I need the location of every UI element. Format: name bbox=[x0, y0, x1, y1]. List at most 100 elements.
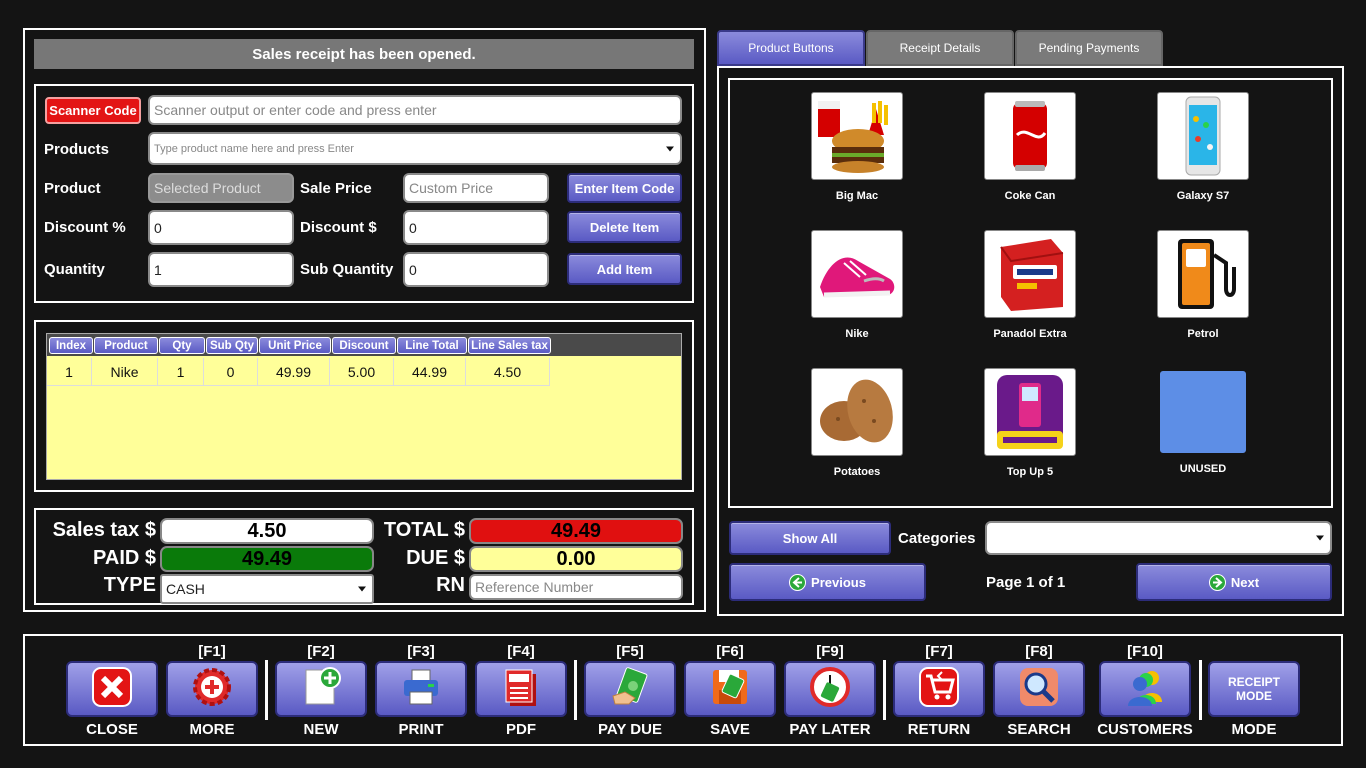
product-name: Coke Can bbox=[1004, 190, 1056, 202]
mobile-topup-icon bbox=[984, 368, 1076, 456]
save-label: SAVE bbox=[710, 721, 750, 738]
product-name: Potatoes bbox=[833, 466, 881, 478]
payment-type-value: CASH bbox=[166, 581, 205, 597]
f4-key: [F4] bbox=[507, 643, 535, 660]
tab-product-buttons[interactable]: Product Buttons bbox=[717, 30, 865, 66]
product-tile-nike[interactable]: Nike bbox=[797, 230, 917, 340]
print-button[interactable] bbox=[375, 661, 467, 717]
soda-can-icon bbox=[984, 92, 1076, 180]
product-tile-unused[interactable]: UNUSED bbox=[1143, 368, 1263, 475]
chevron-down-icon[interactable] bbox=[1316, 535, 1324, 541]
col-unit-price[interactable]: Unit Price bbox=[259, 337, 331, 354]
f9-key: [F9] bbox=[816, 643, 844, 660]
scanner-input[interactable]: Scanner output or enter code and press e… bbox=[148, 95, 682, 125]
col-line-sales-tax[interactable]: Line Sales tax bbox=[468, 337, 551, 354]
toolbar-divider bbox=[1199, 660, 1202, 720]
product-tile-petrol[interactable]: Petrol bbox=[1143, 230, 1263, 340]
grid-header: Index Product Qty Sub Qty Unit Price Dis… bbox=[47, 334, 681, 356]
receipt-mode-button[interactable]: RECEIPT MODE bbox=[1208, 661, 1300, 717]
customers-icon bbox=[1124, 666, 1166, 713]
product-name: Big Mac bbox=[835, 190, 879, 202]
toolbar-divider bbox=[574, 660, 577, 720]
col-line-total[interactable]: Line Total bbox=[397, 337, 467, 354]
discount-amt-input[interactable]: 0 bbox=[403, 210, 549, 245]
total-value: 49.49 bbox=[469, 518, 683, 544]
blank-tile bbox=[1160, 371, 1246, 453]
new-button[interactable] bbox=[275, 661, 367, 717]
pdf-button[interactable] bbox=[475, 661, 567, 717]
product-tile-galaxy-s7[interactable]: Galaxy S7 bbox=[1143, 92, 1263, 202]
categories-select[interactable] bbox=[985, 521, 1332, 555]
more-button[interactable] bbox=[166, 661, 258, 717]
f7-key: [F7] bbox=[925, 643, 953, 660]
col-index[interactable]: Index bbox=[49, 337, 93, 354]
gear-plus-icon bbox=[191, 666, 233, 713]
burger-icon bbox=[811, 92, 903, 180]
save-button[interactable] bbox=[684, 661, 776, 717]
close-button[interactable] bbox=[66, 661, 158, 717]
products-placeholder: Type product name here and press Enter bbox=[154, 142, 354, 155]
pay-due-label: PAY DUE bbox=[598, 721, 662, 738]
items-grid[interactable]: Index Product Qty Sub Qty Unit Price Dis… bbox=[46, 333, 682, 480]
product-tile-coke-can[interactable]: Coke Can bbox=[970, 92, 1090, 202]
previous-button[interactable]: Previous bbox=[729, 563, 926, 601]
f10-key: [F10] bbox=[1127, 643, 1163, 660]
f6-key: [F6] bbox=[716, 643, 744, 660]
custom-price-input[interactable]: Custom Price bbox=[403, 173, 549, 203]
cell-qty: 1 bbox=[158, 358, 204, 386]
shoe-icon bbox=[811, 230, 903, 318]
rn-label: RN bbox=[436, 574, 465, 596]
cell-line-total: 44.99 bbox=[394, 358, 466, 386]
product-tile-panadol-extra[interactable]: Panadol Extra bbox=[970, 230, 1090, 340]
phone-icon bbox=[1157, 92, 1249, 180]
chevron-down-icon[interactable] bbox=[666, 146, 674, 151]
product-tile-big-mac[interactable]: Big Mac bbox=[797, 92, 917, 202]
return-label: RETURN bbox=[907, 721, 971, 738]
return-button[interactable] bbox=[893, 661, 985, 717]
new-label: NEW bbox=[303, 721, 339, 738]
total-label: TOTAL $ bbox=[383, 519, 465, 541]
tab-receipt-details[interactable]: Receipt Details bbox=[866, 30, 1014, 66]
mode-label: MODE bbox=[1231, 721, 1277, 738]
col-product[interactable]: Product bbox=[94, 337, 158, 354]
product-name: Panadol Extra bbox=[993, 328, 1067, 340]
col-qty[interactable]: Qty bbox=[159, 337, 205, 354]
product-name: Galaxy S7 bbox=[1176, 190, 1230, 202]
col-sub-qty[interactable]: Sub Qty bbox=[206, 337, 258, 354]
quantity-input[interactable]: 1 bbox=[148, 252, 294, 287]
f2-key: [F2] bbox=[307, 643, 335, 660]
return-cart-icon bbox=[918, 666, 960, 713]
cell-line-sales-tax: 4.50 bbox=[466, 358, 550, 386]
toolbar-divider bbox=[265, 660, 268, 720]
categories-label: Categories bbox=[898, 530, 976, 547]
due-value: 0.00 bbox=[469, 546, 683, 572]
add-item-button[interactable]: Add Item bbox=[567, 253, 682, 285]
next-button[interactable]: Next bbox=[1136, 563, 1332, 601]
products-combo[interactable]: Type product name here and press Enter bbox=[148, 132, 682, 165]
customers-button[interactable] bbox=[1099, 661, 1191, 717]
cell-unit-price: 49.99 bbox=[258, 358, 330, 386]
product-tile-top-up-5[interactable]: Top Up 5 bbox=[970, 368, 1090, 478]
previous-label: Previous bbox=[811, 574, 866, 590]
pay-later-button[interactable] bbox=[784, 661, 876, 717]
col-discount[interactable]: Discount bbox=[332, 337, 396, 354]
pdf-label: PDF bbox=[506, 721, 536, 738]
payment-type-select[interactable]: CASH bbox=[160, 574, 374, 604]
sale-price-label: Sale Price bbox=[300, 180, 372, 197]
print-label: PRINT bbox=[398, 721, 444, 738]
scanner-code-button[interactable]: Scanner Code bbox=[45, 97, 141, 124]
delete-item-button[interactable]: Delete Item bbox=[567, 211, 682, 243]
discount-pct-input[interactable]: 0 bbox=[148, 210, 294, 245]
product-name: Nike bbox=[845, 328, 869, 340]
pay-due-button[interactable] bbox=[584, 661, 676, 717]
fuel-pump-icon bbox=[1157, 230, 1249, 318]
save-icon bbox=[709, 666, 751, 713]
sub-quantity-input[interactable]: 0 bbox=[403, 252, 549, 287]
tab-pending-payments[interactable]: Pending Payments bbox=[1015, 30, 1163, 66]
search-button[interactable] bbox=[993, 661, 1085, 717]
product-tile-potatoes[interactable]: Potatoes bbox=[797, 368, 917, 478]
enter-item-code-button[interactable]: Enter Item Code bbox=[567, 173, 682, 203]
show-all-button[interactable]: Show All bbox=[729, 521, 891, 555]
reference-number-input[interactable]: Reference Number bbox=[469, 574, 683, 600]
chevron-down-icon[interactable] bbox=[358, 586, 366, 592]
